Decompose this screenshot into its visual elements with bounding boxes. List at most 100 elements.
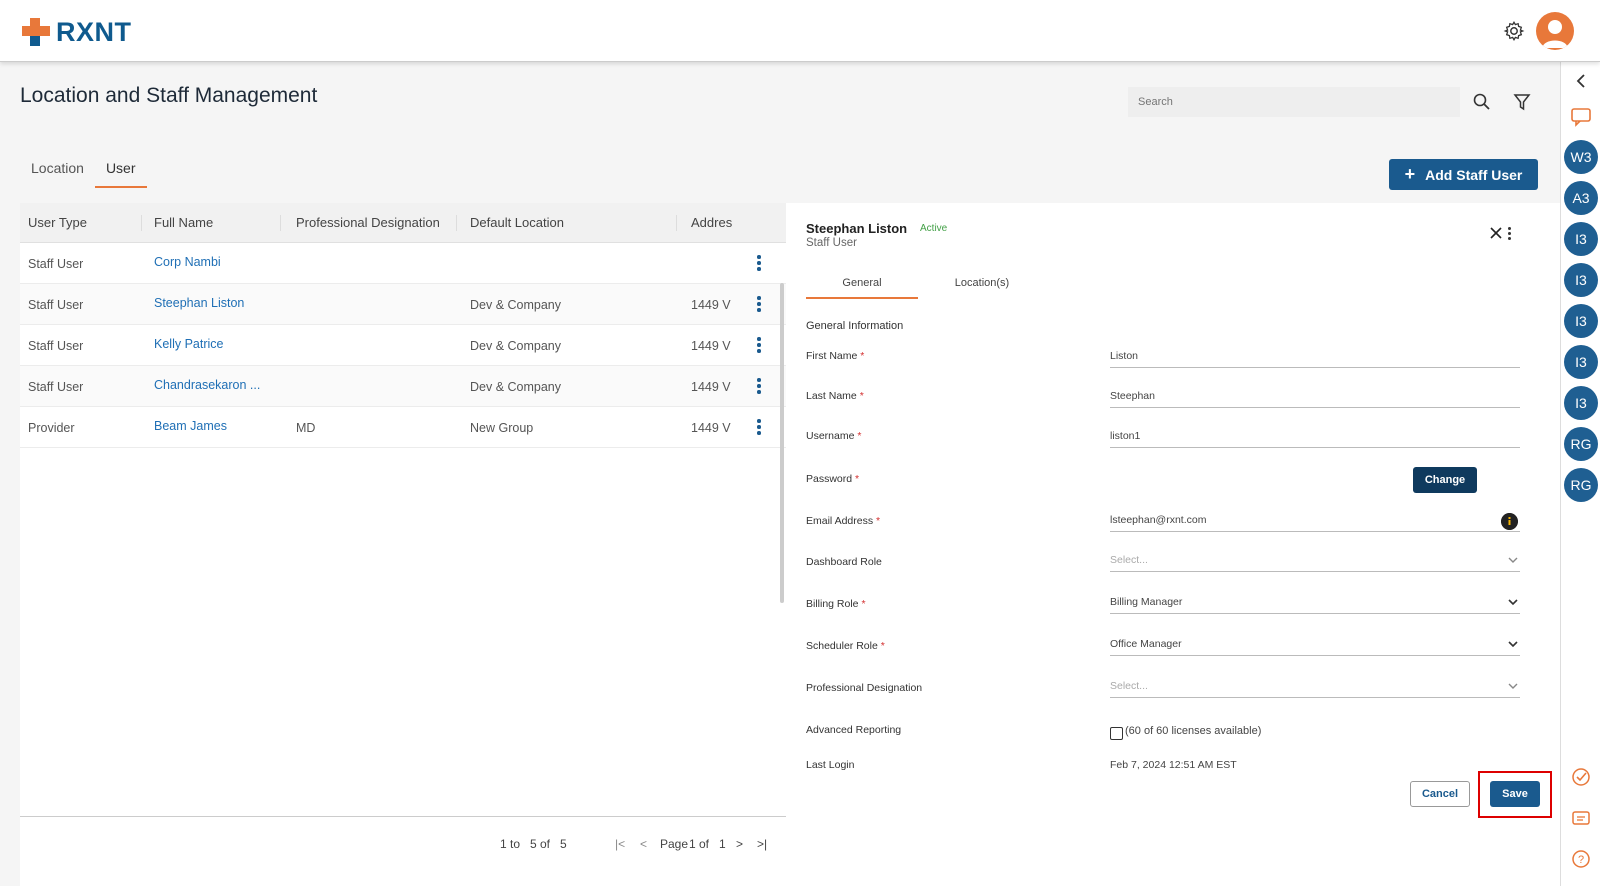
licenses-available-text: (60 of 60 licenses available) bbox=[1125, 725, 1262, 737]
cell-full-name-link[interactable]: Steephan Liston bbox=[154, 296, 244, 310]
rail-avatar-i3[interactable]: I3 bbox=[1564, 263, 1598, 297]
tab-locations[interactable]: Location(s) bbox=[926, 277, 1038, 289]
right-rail: W3 A3 I3 I3 I3 I3 I3 RG RG ? bbox=[1560, 62, 1600, 886]
table-scrollbar[interactable] bbox=[780, 283, 784, 603]
password-label: Password * bbox=[806, 473, 860, 485]
billing-role-value: Billing Manager bbox=[1110, 596, 1183, 608]
user-silhouette-icon bbox=[1542, 20, 1568, 48]
table-header: User Type Full Name Professional Designa… bbox=[20, 203, 786, 243]
info-icon[interactable] bbox=[1501, 513, 1518, 530]
next-page-icon[interactable]: > bbox=[736, 837, 743, 851]
last-page-icon[interactable]: >| bbox=[757, 837, 767, 851]
column-header-address[interactable]: Addres bbox=[691, 215, 732, 230]
cell-address: 1449 V bbox=[691, 380, 731, 394]
task-check-icon[interactable] bbox=[1570, 766, 1592, 788]
professional-designation-placeholder: Select... bbox=[1110, 680, 1148, 692]
pager-of-label: of bbox=[540, 837, 551, 851]
first-page-icon[interactable]: |< bbox=[615, 837, 625, 851]
status-badge: Active bbox=[920, 223, 948, 234]
gear-icon[interactable] bbox=[1503, 20, 1525, 42]
more-options-icon[interactable] bbox=[1508, 227, 1512, 241]
page-title: Location and Staff Management bbox=[20, 84, 318, 107]
cancel-button[interactable]: Cancel bbox=[1410, 781, 1470, 807]
row-menu-icon[interactable] bbox=[757, 296, 761, 312]
search-input[interactable] bbox=[1128, 87, 1460, 117]
chevron-down-icon bbox=[1508, 683, 1518, 689]
column-separator[interactable] bbox=[676, 215, 677, 231]
rail-avatar-i3[interactable]: I3 bbox=[1564, 386, 1598, 420]
billing-role-select[interactable]: Billing Manager bbox=[1110, 592, 1520, 614]
scheduler-role-label: Scheduler Role * bbox=[806, 640, 885, 652]
user-avatar[interactable] bbox=[1536, 12, 1574, 50]
username-field[interactable]: liston1 bbox=[1110, 426, 1520, 448]
last-login-value: Feb 7, 2024 12:51 AM EST bbox=[1110, 759, 1237, 771]
scheduler-role-select[interactable]: Office Manager bbox=[1110, 634, 1520, 656]
column-separator[interactable] bbox=[141, 215, 142, 231]
cell-full-name-link[interactable]: Beam James bbox=[154, 419, 227, 433]
column-header-professional-designation[interactable]: Professional Designation bbox=[296, 215, 440, 230]
rail-avatar-w3[interactable]: W3 bbox=[1564, 140, 1598, 174]
table-row[interactable]: Provider Beam James MD New Group 1449 V bbox=[20, 407, 786, 448]
table-row[interactable]: Staff User Corp Nambi bbox=[20, 243, 786, 284]
tab-general[interactable]: General bbox=[806, 277, 918, 299]
prev-page-icon[interactable]: < bbox=[640, 837, 647, 851]
chat-icon[interactable] bbox=[1570, 106, 1592, 128]
rail-avatar-i3[interactable]: I3 bbox=[1564, 345, 1598, 379]
user-detail-panel: Steephan Liston Active Staff User Genera… bbox=[786, 203, 1560, 886]
pager-page: 1 bbox=[689, 837, 696, 851]
pager-page-label: Page bbox=[660, 837, 689, 851]
plus-icon: + bbox=[1404, 164, 1416, 184]
close-icon[interactable] bbox=[1490, 227, 1502, 239]
cell-user-type: Staff User bbox=[28, 298, 84, 312]
rail-avatar-i3[interactable]: I3 bbox=[1564, 304, 1598, 338]
change-password-button[interactable]: Change bbox=[1413, 467, 1477, 493]
cell-user-type: Staff User bbox=[28, 339, 84, 353]
advanced-reporting-checkbox[interactable] bbox=[1110, 727, 1123, 740]
professional-designation-label: Professional Designation bbox=[806, 682, 923, 694]
rail-avatar-rg[interactable]: RG bbox=[1564, 468, 1598, 502]
rail-avatar-i3[interactable]: I3 bbox=[1564, 222, 1598, 256]
cell-full-name-link[interactable]: Chandrasekaron ... bbox=[154, 378, 260, 392]
chevron-down-icon bbox=[1508, 599, 1518, 606]
filter-icon[interactable] bbox=[1512, 92, 1532, 112]
message-icon[interactable] bbox=[1570, 808, 1592, 830]
billing-role-label: Billing Role * bbox=[806, 598, 866, 610]
chevron-left-icon[interactable] bbox=[1570, 70, 1592, 92]
search-icon[interactable] bbox=[1472, 92, 1492, 112]
row-menu-icon[interactable] bbox=[757, 337, 761, 353]
tab-user[interactable]: User bbox=[94, 156, 147, 188]
column-header-user-type[interactable]: User Type bbox=[28, 215, 87, 230]
rail-avatar-rg[interactable]: RG bbox=[1564, 427, 1598, 461]
last-name-label: Last Name * bbox=[806, 390, 864, 402]
first-name-field[interactable]: Liston bbox=[1110, 346, 1520, 368]
column-header-default-location[interactable]: Default Location bbox=[470, 215, 564, 230]
rail-avatar-a3[interactable]: A3 bbox=[1564, 181, 1598, 215]
cell-full-name-link[interactable]: Corp Nambi bbox=[154, 255, 221, 269]
scheduler-role-value: Office Manager bbox=[1110, 638, 1182, 650]
row-menu-icon[interactable] bbox=[757, 419, 761, 435]
column-separator[interactable] bbox=[456, 215, 457, 231]
email-field[interactable]: lsteephan@rxnt.com bbox=[1110, 510, 1520, 532]
last-name-field[interactable]: Steephan bbox=[1110, 386, 1520, 408]
cell-user-type: Staff User bbox=[28, 257, 84, 271]
pager-pages: 1 bbox=[719, 837, 726, 851]
dashboard-role-select[interactable]: Select... bbox=[1110, 550, 1520, 572]
pager-total: 5 bbox=[560, 837, 567, 851]
column-header-full-name[interactable]: Full Name bbox=[154, 215, 213, 230]
users-table: User Type Full Name Professional Designa… bbox=[20, 203, 786, 886]
help-icon[interactable]: ? bbox=[1570, 848, 1592, 870]
cell-full-name-link[interactable]: Kelly Patrice bbox=[154, 337, 223, 351]
add-staff-user-label: Add Staff User bbox=[1425, 166, 1523, 183]
add-staff-user-button[interactable]: + Add Staff User bbox=[1389, 159, 1538, 190]
row-menu-icon[interactable] bbox=[757, 255, 761, 271]
rxnt-logo[interactable]: RXNT bbox=[20, 16, 132, 48]
table-row[interactable]: Staff User Chandrasekaron ... Dev & Comp… bbox=[20, 366, 786, 407]
tab-location[interactable]: Location bbox=[20, 156, 95, 188]
column-separator[interactable] bbox=[280, 215, 281, 231]
row-menu-icon[interactable] bbox=[757, 378, 761, 394]
table-row[interactable]: Staff User Steephan Liston Dev & Company… bbox=[20, 284, 786, 325]
pager-to-label: to bbox=[510, 837, 521, 851]
table-row[interactable]: Staff User Kelly Patrice Dev & Company 1… bbox=[20, 325, 786, 366]
chevron-down-icon bbox=[1508, 557, 1518, 563]
professional-designation-select[interactable]: Select... bbox=[1110, 676, 1520, 698]
